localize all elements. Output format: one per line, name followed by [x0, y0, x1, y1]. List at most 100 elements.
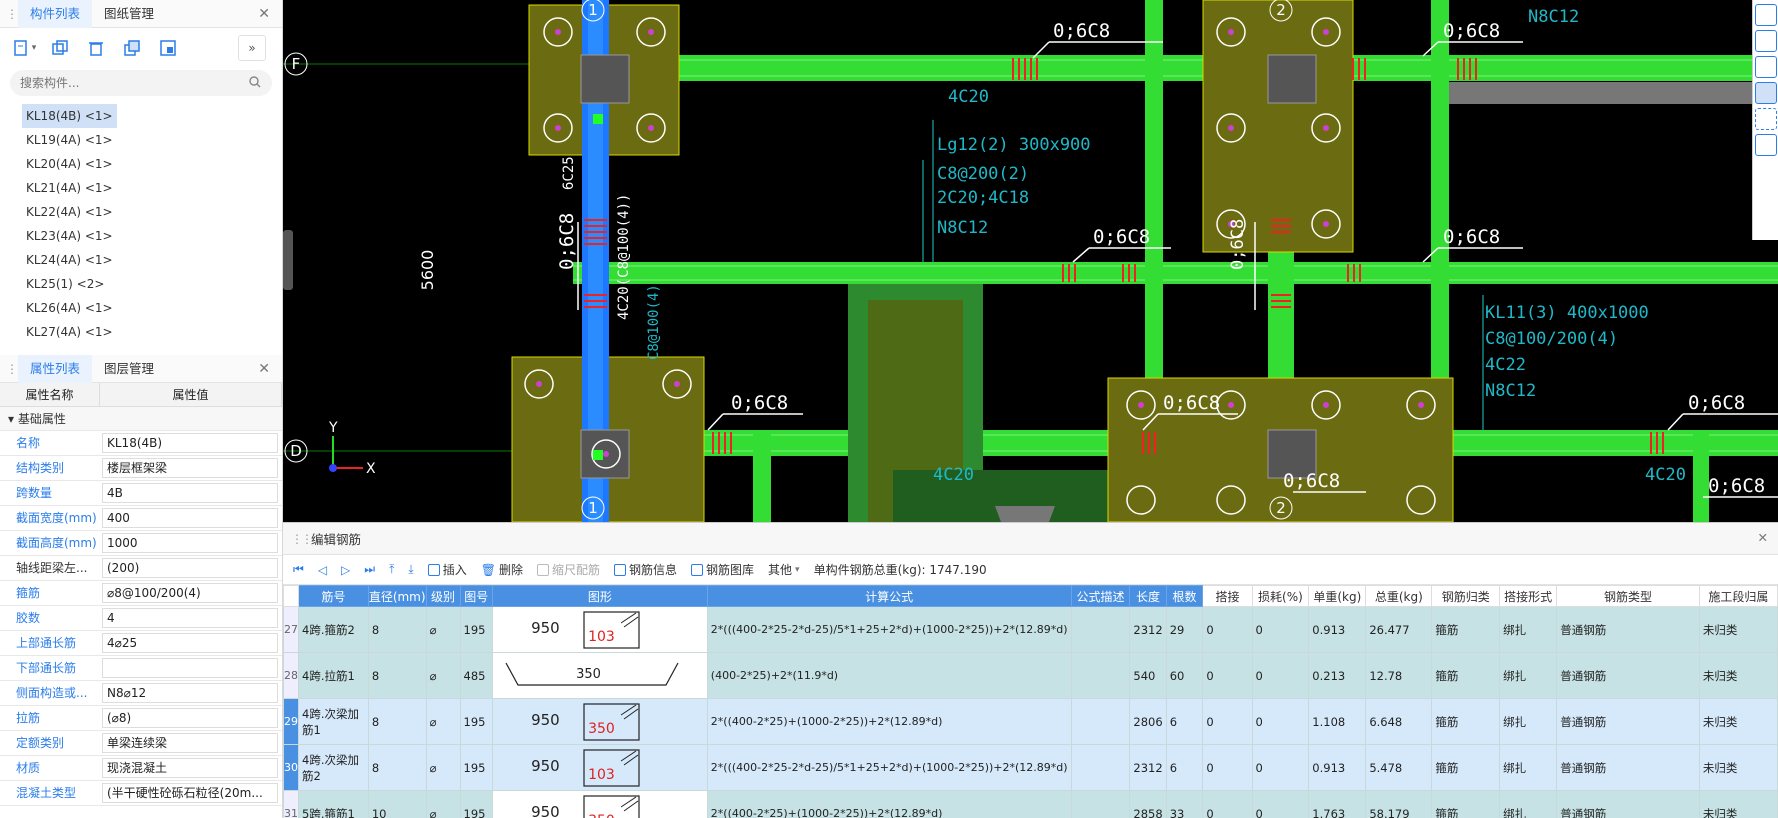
drag-grip-icon[interactable]: ⋮⋮	[6, 362, 28, 376]
column-header[interactable]: 长度	[1129, 585, 1167, 607]
cell-len[interactable]: 2312	[1129, 744, 1167, 791]
cell-dia[interactable]: 8	[367, 606, 427, 653]
cell-lapform[interactable]: 绑扎	[1499, 652, 1558, 699]
table-row[interactable]: 30 4跨.次梁加筋2 8 ⌀ 195 950 103 2*(((400-2*25-2*d-2…	[283, 744, 1778, 791]
filter-button[interactable]	[154, 35, 182, 61]
group-basic-props[interactable]: ▾ 基础属性	[0, 407, 282, 431]
property-row[interactable]: 定额类别 单梁连续梁	[0, 731, 282, 756]
cell-lap[interactable]: 0	[1202, 790, 1253, 818]
cell-seg[interactable]: 未归类	[1698, 790, 1778, 818]
more-button[interactable]: »	[238, 35, 266, 61]
property-value[interactable]: ⌀8@100/200(4)	[102, 583, 278, 603]
property-row[interactable]: 截面宽度(mm) 400	[0, 506, 282, 531]
cell-loss[interactable]: 0	[1251, 698, 1310, 745]
property-value[interactable]: 4B	[102, 483, 278, 503]
property-value[interactable]: 4⌀25	[102, 633, 278, 653]
search-input[interactable]	[20, 76, 240, 90]
cell-lap[interactable]: 0	[1202, 698, 1253, 745]
cell-type[interactable]: 普通钢筋	[1556, 698, 1700, 745]
cell-lap[interactable]: 0	[1202, 744, 1253, 791]
formula-desc-cell[interactable]	[1070, 698, 1131, 745]
copy-to-floor-button[interactable]	[118, 35, 146, 61]
property-value[interactable]: 1000	[102, 533, 278, 553]
property-value[interactable]: (半干硬性砼砾石粒径(20m...	[102, 783, 278, 803]
formula-desc-cell[interactable]	[1070, 744, 1131, 791]
property-row[interactable]: 轴线距梁左... (200)	[0, 556, 282, 581]
cell-len[interactable]: 2312	[1129, 606, 1167, 653]
column-header[interactable]: 施工段归属	[1698, 585, 1778, 607]
cell-cls[interactable]: 箍筋	[1431, 698, 1501, 745]
select-box-icon[interactable]	[1755, 108, 1777, 130]
column-header[interactable]: 图号	[459, 585, 494, 607]
cell-loss[interactable]: 0	[1251, 606, 1310, 653]
tab-layer-manage[interactable]: 图层管理	[92, 355, 166, 383]
column-header[interactable]: 根数	[1165, 585, 1204, 607]
cell-count[interactable]: 29	[1165, 606, 1204, 653]
cell-fig[interactable]: 195	[459, 790, 494, 818]
column-header[interactable]: 损耗(%)	[1251, 585, 1310, 607]
property-value[interactable]: KL18(4B)	[102, 433, 278, 453]
cell-lapform[interactable]: 绑扎	[1499, 698, 1558, 745]
tab-drawing-manage[interactable]: 图纸管理	[92, 0, 166, 28]
cell-formula[interactable]: 2*(((400-2*25-2*d-25)/5*1+25+2*d)+(1000-…	[706, 744, 1072, 791]
column-header[interactable]: 搭接形式	[1499, 585, 1558, 607]
rebar-library-button[interactable]: 钢筋图库	[691, 561, 754, 578]
cell-formula[interactable]: (400-2*25)+2*(11.9*d)	[706, 652, 1072, 699]
formula-desc-cell[interactable]	[1070, 652, 1131, 699]
next-icon[interactable]: ▷	[341, 563, 350, 577]
cell-count[interactable]: 33	[1165, 790, 1204, 818]
cell-name[interactable]: 4跨.箍筋2	[298, 606, 369, 653]
list-item[interactable]: KL19(4A) <1>	[22, 128, 117, 152]
shape-cell[interactable]: 950 350	[492, 698, 708, 745]
new-component-button[interactable]: ▾	[10, 35, 38, 61]
list-item[interactable]: KL27(4A) <1>	[22, 320, 117, 344]
shape-cell[interactable]: 950 103	[492, 606, 708, 653]
property-row[interactable]: 拉筋 (⌀8)	[0, 706, 282, 731]
cell-fig[interactable]: 485	[459, 652, 494, 699]
cell-len[interactable]: 2858	[1129, 790, 1167, 818]
cell-total[interactable]: 58.179	[1365, 790, 1433, 818]
cell-len[interactable]: 540	[1129, 652, 1167, 699]
property-row[interactable]: 混凝土类型 (半干硬性砼砾石粒径(20m...	[0, 781, 282, 806]
list-item[interactable]: KL24(4A) <1>	[22, 248, 117, 272]
cell-total[interactable]: 12.78	[1365, 652, 1433, 699]
scale-rebar-button[interactable]: 缩尺配筋	[536, 561, 600, 578]
delete-button[interactable]: 🗑 删除	[481, 561, 523, 578]
property-value[interactable]: 400	[102, 508, 278, 528]
cell-lapform[interactable]: 绑扎	[1499, 790, 1558, 818]
cube-icon[interactable]	[1755, 56, 1777, 78]
list-item[interactable]: KL25(1) <2>	[22, 272, 108, 296]
shape-cell[interactable]: 950 103	[492, 744, 708, 791]
cell-lap[interactable]: 0	[1202, 652, 1253, 699]
cell-seg[interactable]: 未归类	[1698, 606, 1778, 653]
property-value[interactable]: 4	[102, 608, 278, 628]
column-header[interactable]: 图形	[492, 585, 708, 607]
table-row[interactable]: 28 4跨.拉筋1 8 ⌀ 485 350 (400-2*25)+2*(11.9*d) 540…	[283, 652, 1778, 699]
view-top-icon[interactable]	[1755, 30, 1777, 52]
cell-fig[interactable]: 195	[459, 606, 494, 653]
property-row[interactable]: 胶数 4	[0, 606, 282, 631]
close-icon[interactable]: ✕	[258, 361, 270, 377]
formula-desc-cell[interactable]	[1070, 606, 1131, 653]
cell-lap[interactable]: 0	[1202, 606, 1253, 653]
property-value[interactable]: N8⌀12	[102, 683, 278, 703]
cell-unit[interactable]: 0.913	[1308, 744, 1367, 791]
cell-grade[interactable]: ⌀	[425, 606, 461, 653]
cell-seg[interactable]: 未归类	[1698, 698, 1778, 745]
cell-unit[interactable]: 0.913	[1308, 606, 1367, 653]
cell-count[interactable]: 6	[1165, 744, 1204, 791]
cell-count[interactable]: 60	[1165, 652, 1204, 699]
column-header[interactable]: 直径(mm)	[367, 585, 427, 607]
first-icon[interactable]: ⏮	[293, 562, 304, 577]
close-icon[interactable]: ✕	[258, 6, 270, 22]
eye-icon[interactable]	[1755, 134, 1777, 156]
cell-fig[interactable]: 195	[459, 698, 494, 745]
cell-type[interactable]: 普通钢筋	[1556, 606, 1700, 653]
cell-loss[interactable]: 0	[1251, 790, 1310, 818]
table-row[interactable]: 29 4跨.次梁加筋1 8 ⌀ 195 950 350 2*((400-2*25)+(1000…	[283, 698, 1778, 745]
property-row[interactable]: 箍筋 ⌀8@100/200(4)	[0, 581, 282, 606]
cell-cls[interactable]: 箍筋	[1431, 790, 1501, 818]
property-value[interactable]: (200)	[102, 558, 278, 578]
cell-total[interactable]: 6.648	[1365, 698, 1433, 745]
cad-canvas[interactable]: F D 1 2 1 2 5600 Y X 0;6C8 0;6C8 0;6C8 0…	[283, 0, 1778, 522]
